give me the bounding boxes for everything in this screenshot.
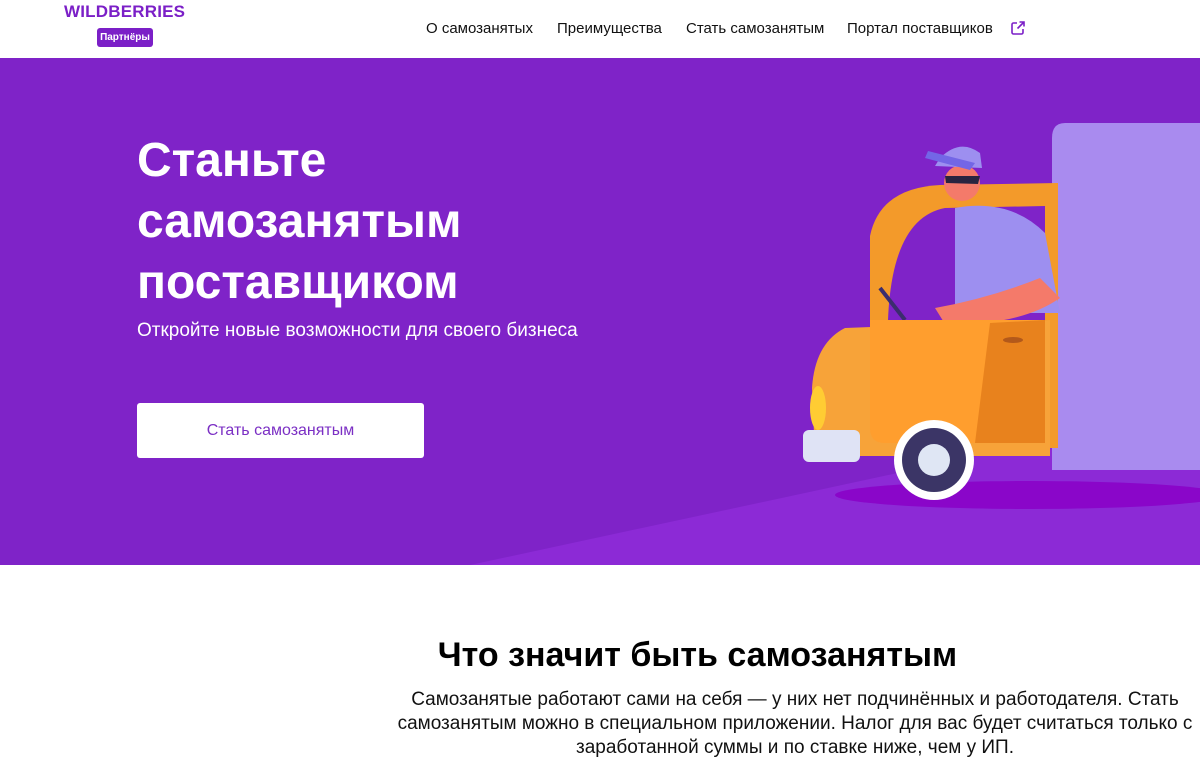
wildberries-logo[interactable]: WILDBERRIES Партнёры xyxy=(64,2,188,48)
site-header: WILDBERRIES Партнёры О самозанятых Преим… xyxy=(0,0,1200,58)
hero-title: Станьте самозанятым поставщиком xyxy=(137,134,462,309)
partners-badge: Партнёры xyxy=(97,28,153,47)
hero-subtitle: Откройте новые возможности для своего би… xyxy=(137,320,578,341)
section-description: Самозанятые работают сами на себя — у ни… xyxy=(397,689,1193,758)
nav-item-advantages[interactable]: Преимущества xyxy=(557,19,662,39)
nav-item-become[interactable]: Стать самозанятым xyxy=(686,19,824,39)
logo-text: WILDBERRIES xyxy=(64,2,186,21)
nav-item-supplier-portal[interactable]: Портал поставщиков xyxy=(847,19,993,39)
section-title: Что значит быть самозанятым xyxy=(437,636,958,674)
nav-item-about[interactable]: О самозанятых xyxy=(426,19,533,39)
become-self-employed-button[interactable]: Стать самозанятым xyxy=(137,403,424,458)
external-link-icon[interactable] xyxy=(1010,20,1026,36)
hero-banner: Станьте самозанятым поставщиком Откройте… xyxy=(0,58,1200,565)
